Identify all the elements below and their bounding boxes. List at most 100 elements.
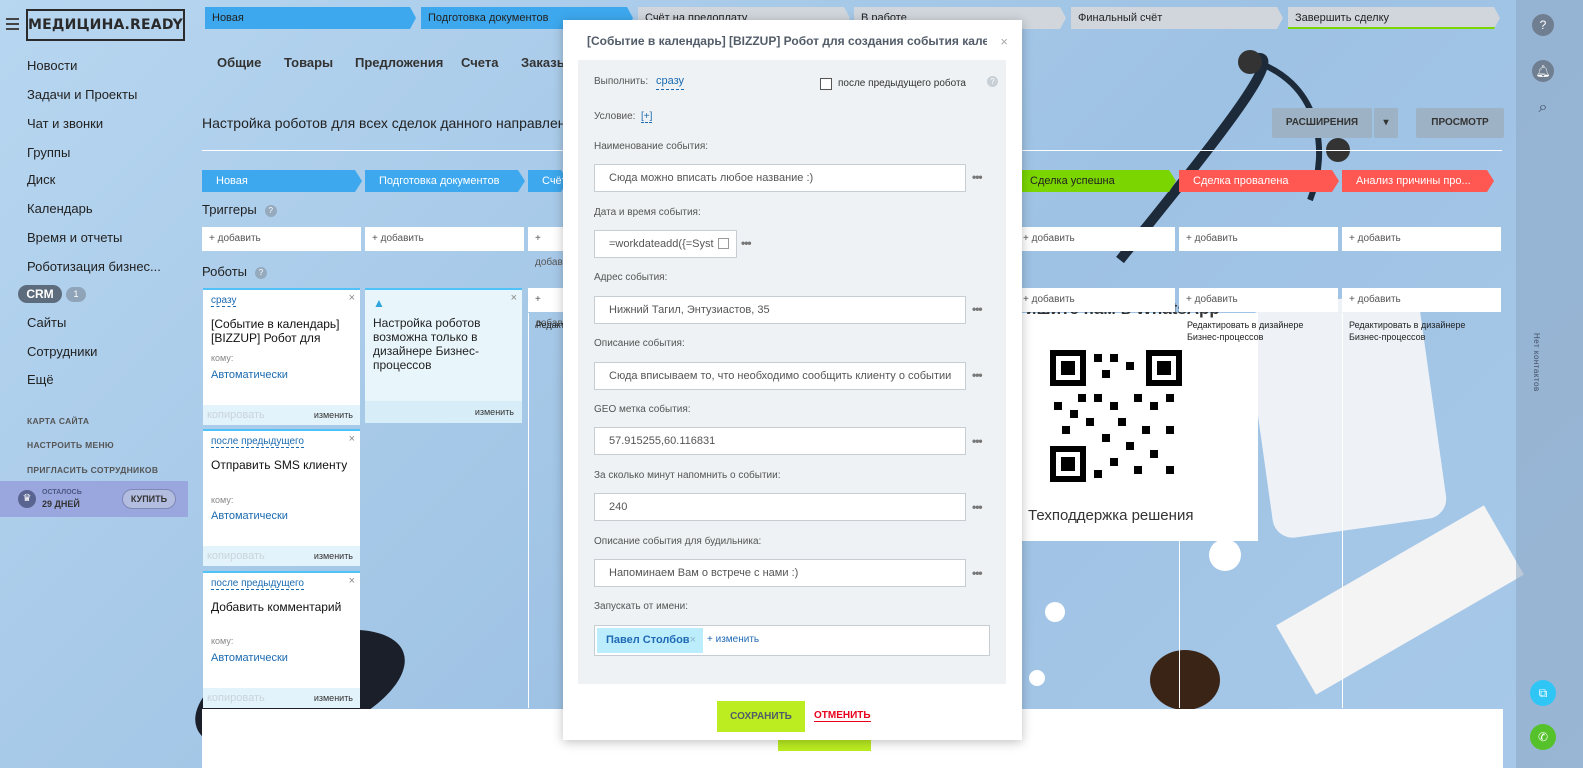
- more-icon[interactable]: •••: [741, 236, 752, 250]
- add-trigger-button[interactable]: + добавить: [365, 227, 524, 251]
- help-icon[interactable]: ?: [1532, 14, 1554, 36]
- phone-icon[interactable]: ✆: [1530, 724, 1556, 750]
- menu-icon[interactable]: [6, 18, 19, 30]
- event-address-input[interactable]: Нижний Тагил, Энтузиастов, 35: [594, 296, 966, 324]
- add-robot-button[interactable]: + добавить: [1016, 288, 1175, 312]
- robot-timing[interactable]: после предыдущего: [211, 436, 304, 448]
- edit-link[interactable]: изменить: [314, 693, 353, 703]
- edit-link[interactable]: изменить: [314, 551, 353, 561]
- robot-card[interactable]: после предыдущего × Отправить SMS клиент…: [203, 429, 360, 566]
- remove-user-icon[interactable]: ×: [690, 628, 696, 653]
- add-robot-button[interactable]: + добавить: [1342, 288, 1501, 312]
- logo[interactable]: МЕДИЦИНА.READY: [26, 9, 185, 41]
- extensions-dropdown-icon[interactable]: ▾: [1374, 108, 1398, 138]
- event-description-input[interactable]: Сюда вписываем то, что необходимо сообщи…: [594, 362, 966, 390]
- copy-link[interactable]: копировать: [207, 550, 265, 562]
- alarm-description-input[interactable]: Напоминаем Вам о встрече с нами :): [594, 559, 966, 587]
- add-trigger-button[interactable]: + добавить: [202, 227, 361, 251]
- trial-days: 29 ДНЕЙ: [42, 499, 80, 509]
- reminder-minutes-input[interactable]: 240: [594, 493, 966, 521]
- copy-link[interactable]: копировать: [207, 409, 265, 421]
- stage-close-deal[interactable]: Завершить сделку: [1288, 7, 1500, 29]
- column-new: Новая: [202, 170, 362, 192]
- save-button[interactable]: СОХРАНИТЬ: [717, 701, 805, 732]
- change-user-link[interactable]: + изменить: [707, 634, 759, 645]
- bell-icon[interactable]: 🔔︎: [1532, 60, 1554, 82]
- sidebar-item-groups[interactable]: Группы: [27, 145, 70, 160]
- close-icon[interactable]: ×: [1000, 34, 1008, 49]
- add-trigger-button[interactable]: + добавить: [1016, 227, 1175, 251]
- tab-products[interactable]: Товары: [284, 55, 333, 70]
- more-icon[interactable]: •••: [972, 170, 983, 184]
- more-icon[interactable]: •••: [972, 500, 983, 514]
- crown-icon: ♛: [18, 490, 36, 508]
- sidebar-item-news[interactable]: Новости: [27, 58, 77, 73]
- tab-general[interactable]: Общие: [217, 55, 261, 70]
- edit-link[interactable]: изменить: [475, 407, 514, 417]
- robot-card[interactable]: после предыдущего × Добавить комментарий…: [203, 571, 360, 708]
- robots-heading: Роботы?: [202, 264, 268, 279]
- sidebar-item-disk[interactable]: Диск: [27, 172, 55, 187]
- search-icon[interactable]: ⌕: [1532, 97, 1554, 119]
- stage-new[interactable]: Новая: [205, 7, 416, 29]
- sitemap-link[interactable]: КАРТА САЙТА: [27, 416, 89, 426]
- sidebar-item-more[interactable]: Ещё: [27, 372, 54, 387]
- execute-timing-select[interactable]: сразу: [656, 75, 685, 90]
- sidebar-item-crm[interactable]: CRM: [18, 285, 62, 303]
- configure-menu-link[interactable]: НАСТРОИТЬ МЕНЮ: [27, 440, 114, 450]
- close-icon[interactable]: ×: [349, 433, 355, 445]
- add-trigger-button[interactable]: + добавить: [528, 227, 578, 268]
- close-icon[interactable]: ×: [349, 575, 355, 587]
- sidebar-item-time[interactable]: Время и отчеты: [27, 230, 122, 245]
- calendar-icon[interactable]: [718, 238, 729, 249]
- triggers-help-icon[interactable]: ?: [264, 204, 277, 217]
- invite-employees-link[interactable]: ПРИГЛАСИТЬ СОТРУДНИКОВ: [27, 465, 158, 475]
- robot-timing[interactable]: после предыдущего: [211, 578, 304, 590]
- help-icon[interactable]: ?: [987, 76, 998, 87]
- after-previous-checkbox[interactable]: [820, 78, 832, 90]
- close-icon[interactable]: ×: [511, 292, 517, 304]
- more-icon[interactable]: •••: [972, 302, 983, 316]
- preview-button[interactable]: ПРОСМОТР: [1416, 108, 1504, 138]
- field-label: Адрес события:: [594, 272, 668, 283]
- buy-button[interactable]: КУПИТЬ: [122, 489, 176, 509]
- bottom-save-button[interactable]: [778, 740, 871, 751]
- copy-link[interactable]: копировать: [207, 692, 265, 704]
- sidebar-item-tasks[interactable]: Задачи и Проекты: [27, 87, 137, 102]
- robots-help-icon[interactable]: ?: [255, 266, 268, 279]
- more-icon[interactable]: •••: [972, 566, 983, 580]
- run-as-user-field[interactable]: Павел Столбов × + изменить: [594, 625, 990, 656]
- robot-footer: копировать изменить: [203, 688, 360, 708]
- add-condition-link[interactable]: [+]: [641, 111, 653, 123]
- event-name-input[interactable]: Сюда можно вписать любое название :): [594, 164, 966, 192]
- robot-timing[interactable]: сразу: [211, 295, 237, 307]
- extensions-button[interactable]: РАСШИРЕНИЯ: [1272, 108, 1372, 138]
- sidebar-item-employees[interactable]: Сотрудники: [27, 344, 97, 359]
- robot-card[interactable]: сразу × [Событие в календарь] [BIZZUP] Р…: [203, 288, 360, 425]
- tab-orders[interactable]: Заказы: [521, 55, 568, 70]
- edit-in-designer-link[interactable]: Редактировать в дизайнере Бизнес-процесс…: [1349, 319, 1499, 343]
- add-robot-button[interactable]: + добавить: [1179, 288, 1338, 312]
- robot-recipient-label: кому:: [211, 636, 234, 646]
- close-icon[interactable]: ×: [349, 292, 355, 304]
- more-icon[interactable]: •••: [972, 368, 983, 382]
- event-datetime-input[interactable]: =workdateadd({=Syst: [594, 230, 737, 258]
- cancel-button[interactable]: ОТМЕНИТЬ: [814, 710, 871, 722]
- add-trigger-button[interactable]: + добавить: [1342, 227, 1501, 251]
- sidebar-item-robotization[interactable]: Роботизация бизнес...: [27, 259, 161, 274]
- tab-invoices[interactable]: Счета: [461, 55, 498, 70]
- edit-link[interactable]: изменить: [314, 410, 353, 420]
- open-channels-icon[interactable]: ⧉: [1530, 680, 1556, 706]
- tab-offers[interactable]: Предложения: [355, 55, 443, 70]
- sidebar-item-calendar[interactable]: Календарь: [27, 201, 93, 216]
- robot-name: Отправить SMS клиенту: [211, 458, 348, 472]
- edit-in-designer-link[interactable]: Редактировать в дизайнере Бизнес-процесс…: [1187, 319, 1337, 343]
- add-trigger-button[interactable]: + добавить: [1179, 227, 1338, 251]
- stage-final-invoice[interactable]: Финальный счёт: [1071, 7, 1283, 29]
- edit-in-designer-link[interactable]: Редактировать в дизайнере Бизнес-процесс…: [536, 319, 564, 331]
- add-robot-button[interactable]: + добавить: [528, 288, 578, 329]
- sidebar-item-chat[interactable]: Чат и звонки: [27, 116, 103, 131]
- more-icon[interactable]: •••: [972, 434, 983, 448]
- sidebar-item-sites[interactable]: Сайты: [27, 315, 66, 330]
- geo-mark-input[interactable]: 57.915255,60.116831: [594, 427, 966, 455]
